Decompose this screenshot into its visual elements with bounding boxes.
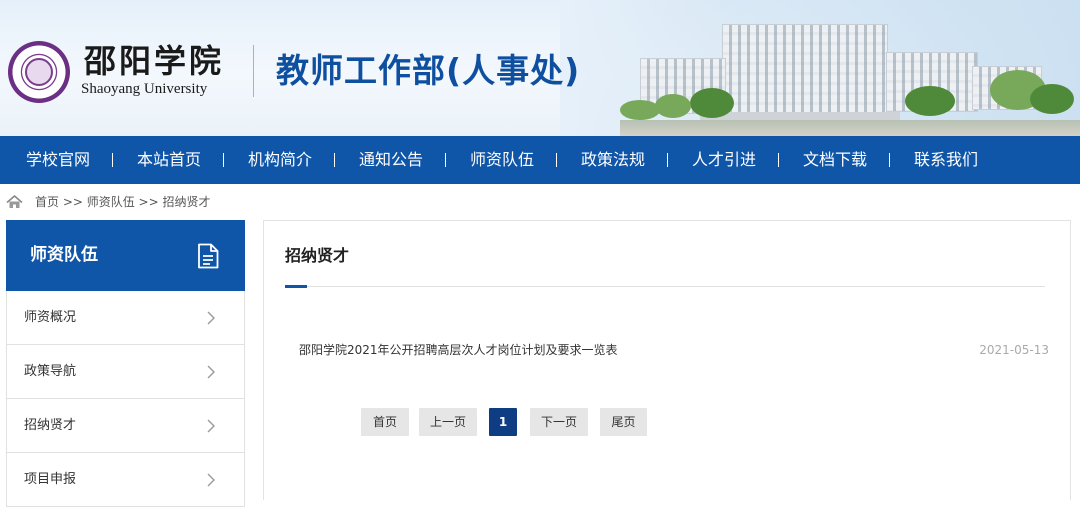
nav-separator xyxy=(445,153,446,167)
nav-separator xyxy=(778,153,779,167)
sidebar-menu: 师资概况 政策导航 招纳贤才 项目申报 xyxy=(6,291,245,507)
header-banner: 邵阳学院 Shaoyang University 教师工作部(人事处) xyxy=(0,0,1080,136)
prev-page-button[interactable]: 上一页 xyxy=(419,408,477,436)
sidebar-item-policy-guide[interactable]: 政策导航 xyxy=(6,345,245,399)
sidebar-item-project-application[interactable]: 项目申报 xyxy=(6,453,245,507)
campus-tree xyxy=(905,86,955,116)
page-title: 招纳贤才 xyxy=(285,246,350,265)
nav-separator xyxy=(667,153,668,167)
campus-tree xyxy=(690,88,734,118)
title-accent-bar xyxy=(285,285,307,288)
campus-tree xyxy=(1030,84,1074,114)
list-item: 邵阳学院2021年公开招聘高层次人才岗位计划及要求一览表 2021-05-13 xyxy=(299,339,1049,361)
campus-building-main xyxy=(722,24,888,116)
campus-tree xyxy=(655,94,691,118)
home-icon xyxy=(6,195,23,208)
nav-separator xyxy=(556,153,557,167)
next-page-button[interactable]: 下一页 xyxy=(530,408,588,436)
nav-item-home[interactable]: 本站首页 xyxy=(137,136,201,184)
chevron-right-icon xyxy=(207,311,215,325)
sidebar-item-label: 师资概况 xyxy=(24,310,77,325)
sidebar-item-faculty-overview[interactable]: 师资概况 xyxy=(6,291,245,345)
university-seal-icon[interactable] xyxy=(8,41,70,103)
nav-item-talent[interactable]: 人才引进 xyxy=(692,136,756,184)
sidebar-header: 师资队伍 xyxy=(6,220,245,291)
nav-item-school-site[interactable]: 学校官网 xyxy=(26,136,90,184)
campus-ground xyxy=(620,120,1080,136)
document-icon xyxy=(198,243,219,269)
logo-english-name[interactable]: Shaoyang University xyxy=(81,81,207,97)
sidebar-item-label: 项目申报 xyxy=(24,472,77,487)
last-page-button[interactable]: 尾页 xyxy=(600,408,647,436)
chevron-right-icon xyxy=(207,419,215,433)
content-panel: 招纳贤才 邵阳学院2021年公开招聘高层次人才岗位计划及要求一览表 2021-0… xyxy=(263,220,1071,500)
nav-item-faculty[interactable]: 师资队伍 xyxy=(470,136,534,184)
sidebar-item-label: 政策导航 xyxy=(24,364,77,379)
nav-item-about[interactable]: 机构简介 xyxy=(248,136,312,184)
article-link[interactable]: 邵阳学院2021年公开招聘高层次人才岗位计划及要求一览表 xyxy=(299,339,618,361)
logo-divider xyxy=(253,45,254,97)
nav-item-notices[interactable]: 通知公告 xyxy=(359,136,423,184)
title-divider xyxy=(285,286,1045,287)
first-page-button[interactable]: 首页 xyxy=(361,408,409,436)
nav-item-policies[interactable]: 政策法规 xyxy=(581,136,645,184)
site-title: 教师工作部(人事处) xyxy=(276,51,581,90)
nav-separator xyxy=(334,153,335,167)
nav-separator xyxy=(223,153,224,167)
logo-chinese-name[interactable]: 邵阳学院 xyxy=(84,44,224,78)
nav-separator xyxy=(889,153,890,167)
campus-tree xyxy=(620,100,660,120)
article-date: 2021-05-13 xyxy=(979,343,1049,357)
main-nav: 学校官网 本站首页 机构简介 通知公告 师资队伍 政策法规 人才引进 文档下载 … xyxy=(0,136,1080,184)
nav-item-contact[interactable]: 联系我们 xyxy=(914,136,978,184)
nav-item-downloads[interactable]: 文档下载 xyxy=(803,136,867,184)
breadcrumb-text[interactable]: 首页 >> 师资队伍 >> 招纳贤才 xyxy=(35,190,210,214)
sidebar-item-recruitment[interactable]: 招纳贤才 xyxy=(6,399,245,453)
sidebar-title: 师资队伍 xyxy=(30,245,98,265)
current-page-button[interactable]: 1 xyxy=(489,408,517,436)
nav-separator xyxy=(112,153,113,167)
chevron-right-icon xyxy=(207,473,215,487)
sidebar-item-label: 招纳贤才 xyxy=(24,418,77,433)
chevron-right-icon xyxy=(207,365,215,379)
